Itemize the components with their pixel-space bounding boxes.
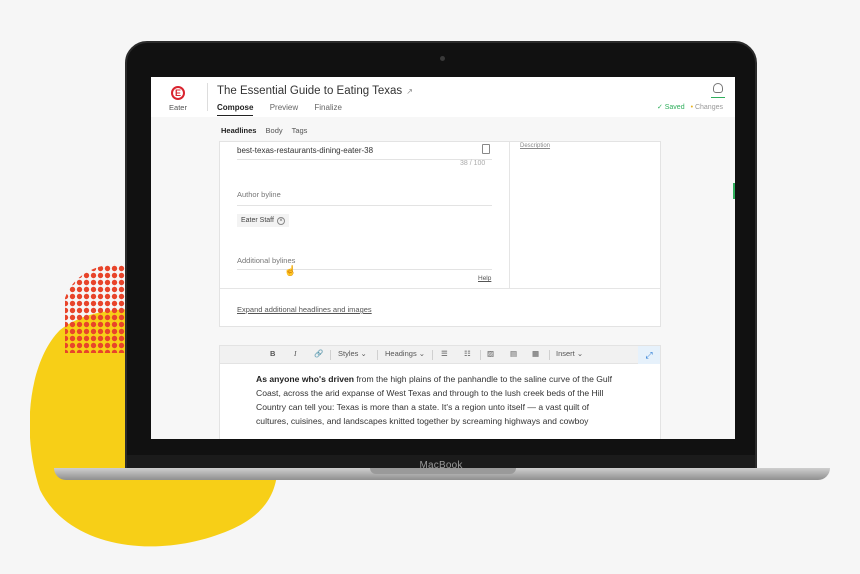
additional-bylines-field[interactable]: [237, 269, 492, 270]
tab-preview[interactable]: Preview: [270, 103, 298, 112]
section-subtabs: Headlines Body Tags: [221, 126, 314, 135]
slug-underline: [237, 159, 492, 160]
hand-cursor-icon: ☝: [284, 266, 297, 277]
document-icon[interactable]: [482, 144, 490, 154]
body-editor: B I 🔗 Styles ⌄ Headings ⌄ ☰ ☷ ▨ ▤ ▦ Inse…: [219, 345, 661, 439]
camera: [440, 56, 445, 61]
embed-icon[interactable]: ▤: [510, 349, 517, 358]
image-icon[interactable]: ▨: [487, 349, 494, 358]
document-title: The Essential Guide to Eating Texas ↗: [217, 85, 413, 97]
numbered-list-icon[interactable]: ☰: [441, 349, 448, 358]
additional-bylines-label: Additional bylines: [237, 256, 296, 265]
red-dots-decoration: [65, 264, 130, 353]
tab-compose[interactable]: Compose: [217, 103, 254, 116]
eater-logo-icon: E: [171, 86, 185, 100]
app-screen: E Eater The Essential Guide to Eating Te…: [151, 77, 735, 439]
card-separator: [220, 288, 660, 289]
bullet-list-icon[interactable]: ☷: [464, 349, 471, 358]
toolbar-divider: [377, 350, 378, 360]
expand-headlines-link[interactable]: Expand additional headlines and images: [237, 305, 372, 314]
author-byline-label: Author byline: [237, 190, 281, 199]
external-link-icon[interactable]: ↗: [406, 87, 413, 96]
editor-toolbar: B I 🔗 Styles ⌄ Headings ⌄ ☰ ☷ ▨ ▤ ▦ Inse…: [220, 346, 660, 364]
italic-button[interactable]: I: [294, 349, 297, 358]
document-title-text: The Essential Guide to Eating Texas: [217, 85, 403, 97]
toolbar-divider: [549, 350, 550, 360]
toolbar-divider: [330, 350, 331, 360]
side-indicator: [733, 183, 735, 199]
author-chip-label: Eater Staff: [241, 217, 274, 224]
headline-form-card: best-texas-restaurants-dining-eater-38 3…: [219, 141, 661, 327]
save-status: ✓ Saved • Changes: [657, 103, 723, 111]
app-header: E Eater The Essential Guide to Eating Te…: [151, 77, 735, 117]
user-indicator: [711, 97, 725, 98]
subtab-body[interactable]: Body: [266, 126, 283, 135]
styles-dropdown[interactable]: Styles ⌄: [338, 349, 367, 358]
slug-input[interactable]: best-texas-restaurants-dining-eater-38: [237, 146, 373, 155]
laptop-notch: [370, 468, 516, 474]
editor-body-text[interactable]: As anyone who's driven from the high pla…: [256, 372, 612, 428]
laptop-lid: E Eater The Essential Guide to Eating Te…: [125, 41, 757, 473]
description-link[interactable]: Description: [520, 143, 550, 149]
bold-button[interactable]: B: [270, 349, 275, 358]
gallery-icon[interactable]: ▦: [532, 349, 539, 358]
eater-logo[interactable]: E Eater: [165, 83, 191, 112]
changes-status[interactable]: • Changes: [691, 104, 723, 111]
toolbar-divider: [432, 350, 433, 360]
compose-tabs: Compose Preview Finalize: [217, 103, 356, 116]
changes-dot-icon: •: [690, 104, 694, 111]
link-icon[interactable]: 🔗: [314, 349, 323, 358]
remove-author-icon[interactable]: ×: [276, 217, 285, 225]
toolbar-divider: [480, 350, 481, 360]
changes-label: Changes: [694, 104, 723, 111]
body-lead-text: As anyone who's driven: [256, 374, 355, 384]
author-byline-field[interactable]: [237, 205, 492, 206]
header-divider: [207, 83, 208, 111]
user-icon[interactable]: [713, 83, 723, 93]
subtab-tags[interactable]: Tags: [292, 126, 308, 135]
tab-finalize[interactable]: Finalize: [314, 103, 342, 112]
fullscreen-icon[interactable]: ⤢: [638, 346, 660, 364]
subtab-headlines[interactable]: Headlines: [221, 126, 256, 135]
author-chip[interactable]: Eater Staff ×: [237, 214, 289, 227]
logo-label: Eater: [169, 103, 187, 112]
headings-dropdown[interactable]: Headings ⌄: [385, 349, 425, 358]
insert-dropdown[interactable]: Insert ⌄: [556, 349, 583, 358]
saved-status: ✓ Saved: [656, 104, 685, 111]
help-link[interactable]: Help: [478, 275, 491, 282]
slug-counter: 38 / 100: [460, 160, 486, 167]
card-column-divider: [509, 142, 510, 288]
